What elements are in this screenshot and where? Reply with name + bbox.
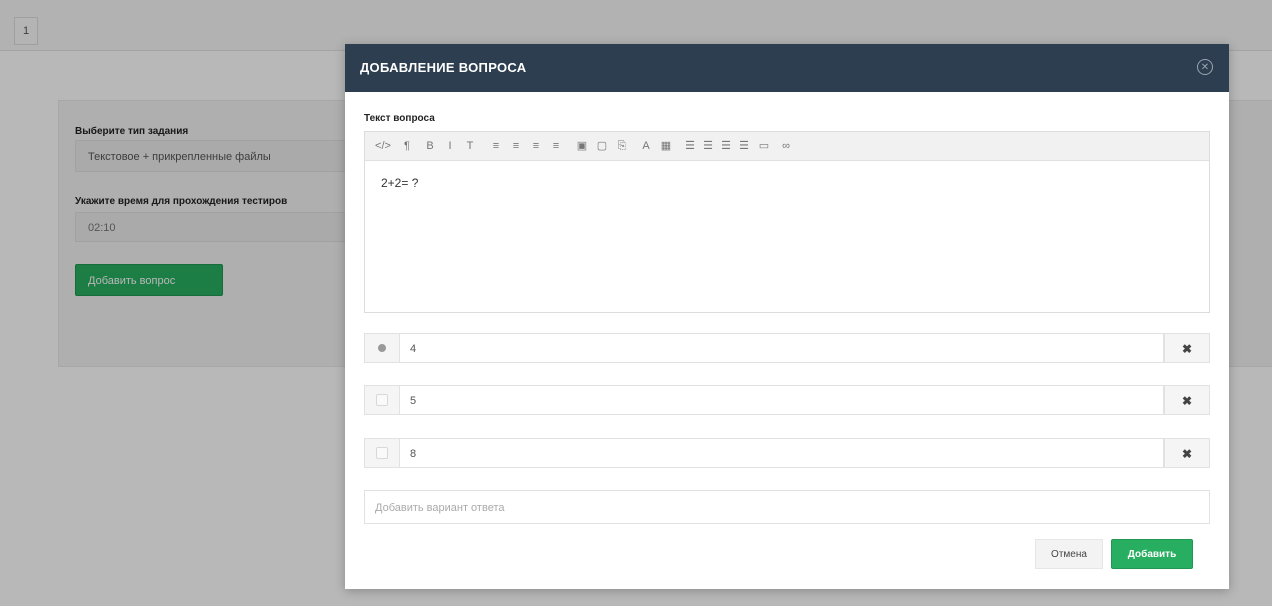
font-color-icon[interactable]: A (639, 132, 653, 160)
answer-correct-checkbox[interactable] (364, 385, 400, 415)
align-center-icon[interactable]: ≡ (509, 132, 523, 160)
italic-icon[interactable]: I (443, 132, 457, 160)
add-question-modal: ДОБАВЛЕНИЕ ВОПРОСА ✕ Текст вопроса </> ¶ B… (345, 44, 1229, 589)
answer-input[interactable]: 4 (400, 333, 1164, 363)
delete-answer-icon[interactable]: ✖ (1164, 333, 1210, 363)
modal-title: ДОБАВЛЕНИЕ ВОПРОСА (360, 60, 527, 75)
table-icon[interactable]: ▦ (659, 132, 673, 160)
answer-row: 8 ✖ (364, 438, 1210, 468)
file-icon[interactable]: ⎘ (615, 132, 629, 160)
bold-icon[interactable]: B (423, 132, 437, 160)
answer-row: 4 ✖ (364, 333, 1210, 363)
link-icon[interactable]: ∞ (779, 132, 793, 160)
cancel-button[interactable]: Отмена (1035, 539, 1103, 569)
horizontal-rule-icon[interactable]: ▭ (757, 132, 771, 160)
delete-answer-icon[interactable]: ✖ (1164, 438, 1210, 468)
answer-correct-checkbox[interactable] (364, 438, 400, 468)
indent-icon[interactable]: ☰ (737, 132, 751, 160)
add-answer-input[interactable]: Добавить вариант ответа (364, 490, 1210, 524)
checkbox-icon (376, 394, 388, 406)
question-text-label: Текст вопроса (364, 113, 435, 124)
answer-row: 5 ✖ (364, 385, 1210, 415)
ordered-list-icon[interactable]: ☰ (701, 132, 715, 160)
align-justify-icon[interactable]: ≡ (549, 132, 563, 160)
align-right-icon[interactable]: ≡ (529, 132, 543, 160)
unordered-list-icon[interactable]: ☰ (683, 132, 697, 160)
answer-input[interactable]: 5 (400, 385, 1164, 415)
code-view-icon[interactable]: </> (372, 132, 394, 160)
submit-add-button[interactable]: Добавить (1111, 539, 1193, 569)
align-left-icon[interactable]: ≡ (489, 132, 503, 160)
rich-text-editor: </> ¶ B I T ≡ ≡ ≡ ≡ ▣ ▢ ⎘ A ▦ ☰ ☰ ☰ ☰ ▭ ∞ 2+2= ? (364, 131, 1210, 313)
answer-input[interactable]: 8 (400, 438, 1164, 468)
modal-header: ДОБАВЛЕНИЕ ВОПРОСА ✕ (345, 44, 1229, 92)
image-icon[interactable]: ▣ (575, 132, 589, 160)
strikethrough-icon[interactable]: T (463, 132, 477, 160)
paragraph-icon[interactable]: ¶ (400, 132, 414, 160)
checkbox-icon (376, 447, 388, 459)
delete-answer-icon[interactable]: ✖ (1164, 385, 1210, 415)
question-text-input[interactable]: 2+2= ? (381, 176, 418, 190)
outdent-icon[interactable]: ☰ (719, 132, 733, 160)
answer-correct-checkbox[interactable] (364, 333, 400, 363)
editor-toolbar: </> ¶ B I T ≡ ≡ ≡ ≡ ▣ ▢ ⎘ A ▦ ☰ ☰ ☰ ☰ ▭ ∞ (365, 132, 1209, 161)
video-icon[interactable]: ▢ (595, 132, 609, 160)
checked-dot-icon (378, 344, 386, 352)
close-icon[interactable]: ✕ (1197, 59, 1213, 75)
